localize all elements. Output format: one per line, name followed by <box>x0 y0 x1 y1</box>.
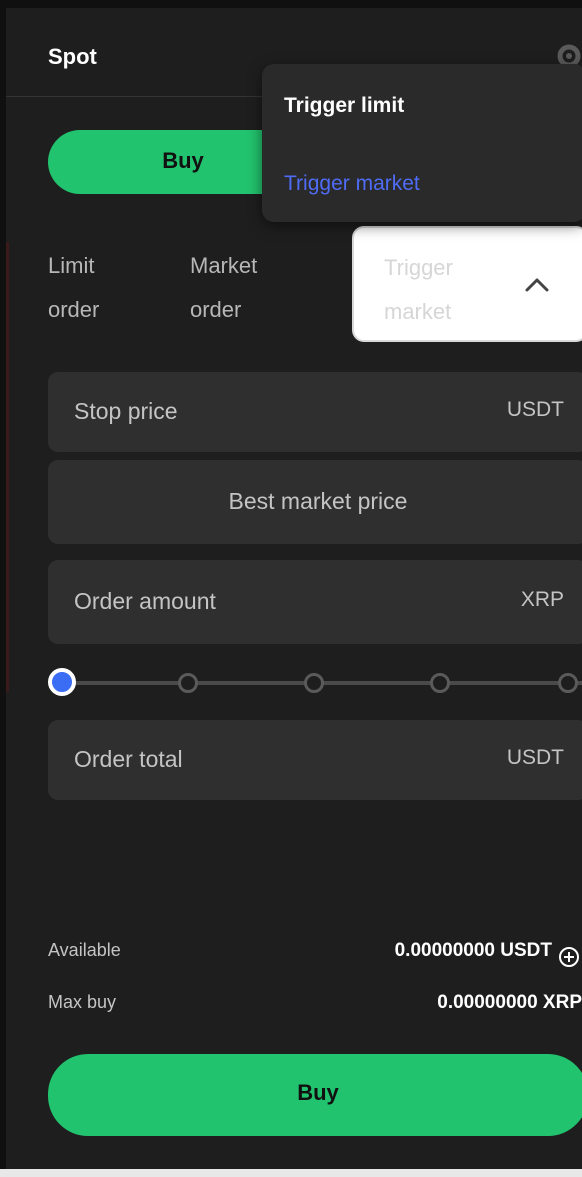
order-amount-placeholder: Order amount <box>74 588 216 614</box>
stop-price-placeholder: Stop price <box>74 398 178 424</box>
stop-price-unit: USDT <box>506 398 564 421</box>
slider-stop-75[interactable] <box>430 673 450 693</box>
amount-slider[interactable] <box>48 668 582 698</box>
trigger-type-dropdown: Trigger limit Trigger market <box>262 64 582 222</box>
max-buy-label: Max buy <box>48 992 117 1012</box>
buy-submit-button[interactable]: Buy <box>48 1054 582 1136</box>
tab-limit-line2: order <box>48 297 100 322</box>
slider-stop-100[interactable] <box>558 673 578 693</box>
best-market-price-field: Best market price <box>48 460 582 544</box>
buy-submit-label: Buy <box>297 1080 339 1105</box>
dropdown-item-trigger-limit[interactable]: Trigger limit <box>284 94 404 118</box>
window-top-border <box>0 0 582 8</box>
chevron-up-icon <box>525 278 549 292</box>
trigger-order-select[interactable]: Trigger market <box>352 226 582 342</box>
trigger-line2: market <box>384 299 452 324</box>
best-market-price-text: Best market price <box>228 488 408 514</box>
available-label: Available <box>48 940 121 960</box>
max-buy-value: 0.00000000 XRP <box>437 992 582 1013</box>
slider-stop-50[interactable] <box>304 673 324 693</box>
slider-stop-25[interactable] <box>178 673 198 693</box>
plus-circle-icon[interactable] <box>558 946 580 968</box>
window-bottom-border <box>0 1169 582 1177</box>
order-total-placeholder: Order total <box>74 746 183 772</box>
edge-marker <box>6 242 9 692</box>
tab-market-order[interactable]: Market order <box>190 244 257 332</box>
dropdown-item-trigger-market[interactable]: Trigger market <box>284 172 420 196</box>
trigger-line1: Trigger <box>384 255 453 280</box>
order-amount-unit: XRP <box>520 588 564 611</box>
available-value: 0.00000000 USDT <box>394 940 552 961</box>
order-total-unit: USDT <box>506 746 564 769</box>
order-amount-field[interactable]: Order amount XRP <box>48 560 582 644</box>
slider-handle[interactable] <box>48 668 76 696</box>
order-total-field[interactable]: Order total USDT <box>48 720 582 800</box>
spot-trade-panel: Spot Buy Limit order Market order Trigge… <box>6 8 582 1169</box>
stop-price-field[interactable]: Stop price USDT <box>48 372 582 452</box>
trigger-select-label: Trigger market <box>384 246 453 334</box>
tab-limit-order[interactable]: Limit order <box>48 244 99 332</box>
panel-title: Spot <box>48 44 97 69</box>
tab-market-line2: order <box>190 297 242 322</box>
tab-limit-line1: Limit <box>48 253 95 278</box>
tab-market-line1: Market <box>190 253 258 278</box>
